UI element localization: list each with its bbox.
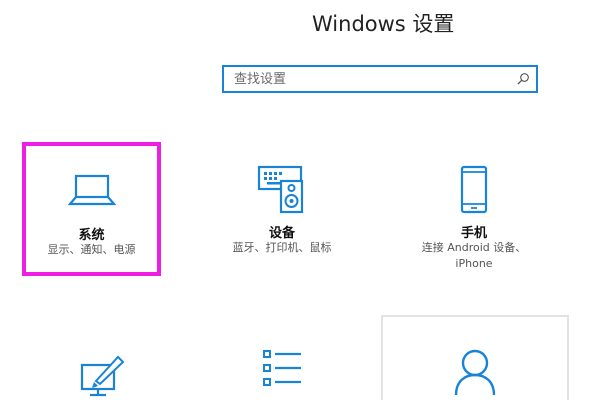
search-input[interactable] (224, 67, 514, 91)
devices-icon (257, 165, 304, 214)
apps-icon (263, 350, 301, 386)
laptop-icon (67, 174, 116, 206)
search-box[interactable] (222, 65, 538, 93)
tile-devices[interactable]: 设备 蓝牙、打印机、鼠标 (202, 150, 362, 280)
page-title: Windows 设置 (312, 12, 455, 36)
personalization-icon (80, 355, 125, 397)
tile-desc-devices: 蓝牙、打印机、鼠标 (232, 241, 332, 254)
tile-apps[interactable] (202, 315, 362, 400)
settings-window: Windows 设置 系统 显示、通知、电源 (0, 0, 600, 400)
phone-icon (460, 165, 488, 214)
search-icon[interactable] (516, 72, 530, 86)
tile-desc-phone-line1: 连接 Android 设备、 (421, 241, 527, 254)
tile-title-devices: 设备 (268, 226, 295, 241)
tile-title-system: 系统 (78, 228, 105, 243)
tile-accounts[interactable] (381, 315, 569, 400)
tile-phone[interactable]: 手机 连接 Android 设备、 iPhone (392, 150, 556, 280)
tile-desc-system: 显示、通知、电源 (47, 243, 136, 256)
tile-title-phone: 手机 (460, 226, 487, 241)
tile-personalization[interactable] (22, 315, 182, 400)
tile-desc-phone-line2: iPhone (455, 257, 493, 270)
account-icon (454, 349, 496, 396)
tile-system[interactable]: 系统 显示、通知、电源 (22, 142, 161, 276)
